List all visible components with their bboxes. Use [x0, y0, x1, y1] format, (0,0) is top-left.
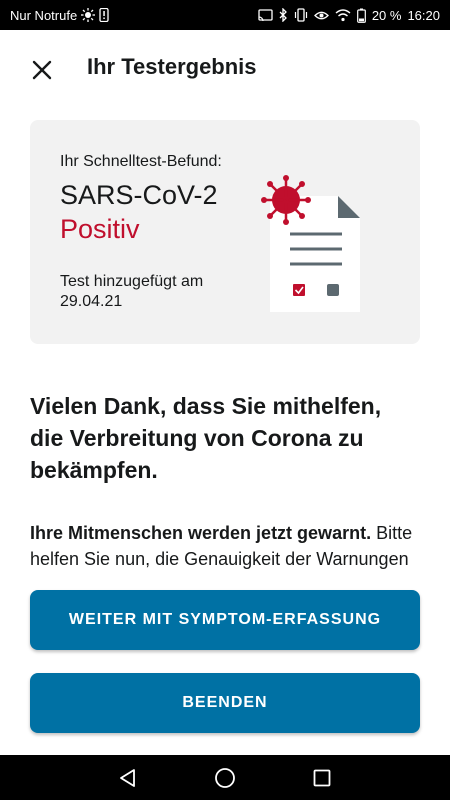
warning-info-bold: Ihre Mitmenschen werden jetzt gewarnt. — [30, 523, 372, 543]
warning-info-text: Ihre Mitmenschen werden jetzt gewarnt. B… — [30, 520, 420, 578]
home-button[interactable] — [205, 758, 245, 798]
wifi-icon — [335, 8, 351, 22]
back-button[interactable] — [108, 758, 148, 798]
page-title: Ihr Testergebnis — [87, 54, 257, 79]
eye-icon — [313, 10, 329, 21]
continue-symptom-button[interactable]: WEITER MIT SYMPTOM-ERFASSUNG — [30, 590, 420, 650]
close-button[interactable] — [24, 52, 60, 88]
added-info: Test hinzugefügt am 29.04.21 — [60, 272, 260, 312]
back-triangle-icon — [120, 768, 136, 787]
clock: 16:20 — [407, 7, 440, 23]
virus-name: SARS-CoV-2 — [60, 180, 218, 210]
app-header: Ihr Testergebnis — [0, 30, 450, 104]
brightness-icon — [81, 8, 96, 22]
status-bar: Nur Notrufe 20 % 16:20 — [0, 0, 450, 30]
carrier-label: Nur Notrufe — [10, 7, 78, 23]
system-nav-bar — [0, 755, 450, 800]
result-status: Positiv — [60, 214, 140, 244]
document-with-virus-icon — [261, 175, 360, 312]
result-label: Ihr Schnelltest-Befund: — [60, 153, 222, 170]
battery-percent: 20 % — [371, 7, 402, 23]
thank-you-headline: Vielen Dank, dass Sie mithelfen, die Ver… — [30, 393, 382, 483]
close-icon — [32, 60, 52, 80]
alert-icon — [99, 8, 109, 22]
recents-button[interactable] — [302, 758, 342, 798]
vibrate-icon — [294, 8, 308, 22]
finish-button[interactable]: BEENDEN — [30, 673, 420, 733]
battery-icon — [356, 8, 366, 23]
recents-square-icon — [313, 769, 331, 786]
test-result-card: Ihr Schnelltest-Befund: SARS-CoV-2 Posit… — [30, 120, 420, 344]
added-label: Test hinzugefügt am — [60, 273, 204, 290]
home-circle-icon — [215, 767, 235, 788]
bluetooth-icon — [279, 8, 288, 22]
added-date: 29.04.21 — [60, 293, 123, 310]
cast-icon — [258, 8, 273, 22]
